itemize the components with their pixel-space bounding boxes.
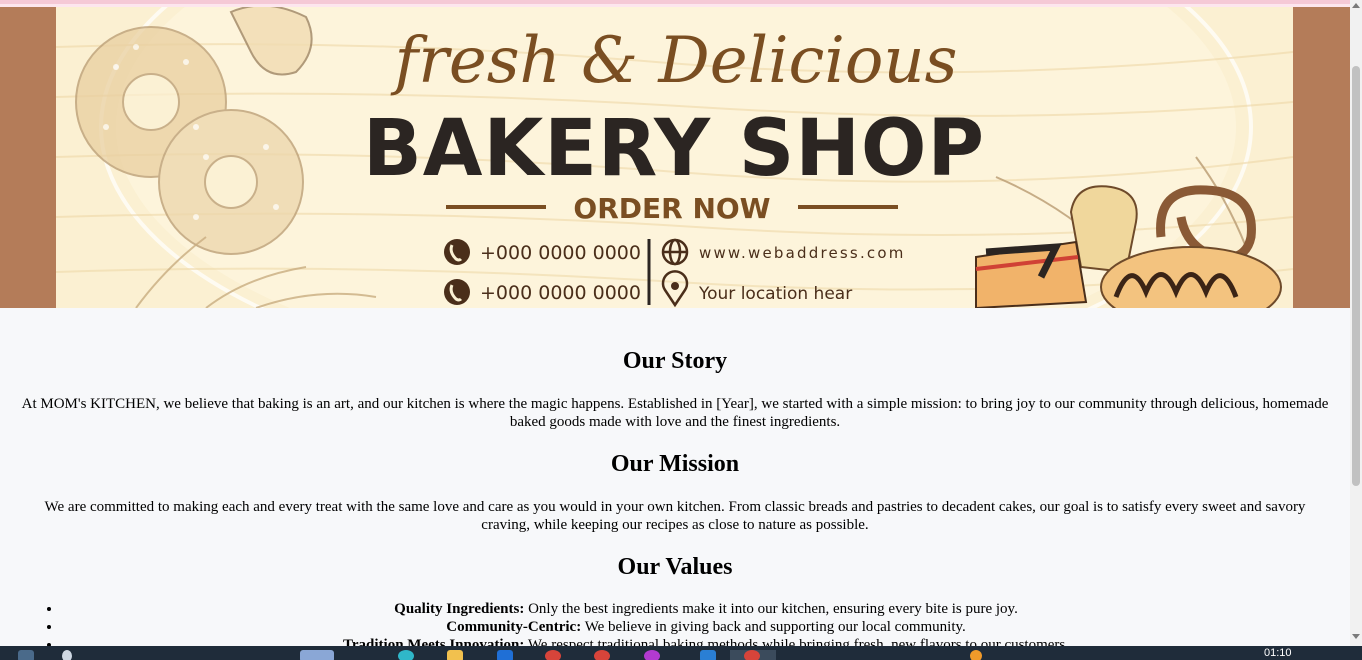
cake-slice-illustration bbox=[975, 240, 1088, 308]
list-item: Tradition Meets Innovation: We respect t… bbox=[62, 636, 1350, 646]
phone-icon bbox=[444, 279, 470, 305]
page-scrollbar[interactable] bbox=[1350, 0, 1362, 646]
scroll-thumb[interactable] bbox=[1352, 66, 1360, 486]
banner-main-title: BAKERY SHOP bbox=[363, 104, 985, 194]
our-mission-text: We are committed to making each and ever… bbox=[44, 499, 1306, 533]
value-label: Tradition Meets Innovation: bbox=[342, 637, 525, 646]
notification-icon[interactable] bbox=[970, 650, 982, 660]
app-icon[interactable] bbox=[594, 650, 610, 660]
chrome-icon[interactable] bbox=[545, 650, 561, 660]
windows-taskbar: 01:10 bbox=[0, 646, 1362, 660]
banner-script-title: fresh & Delicious bbox=[391, 24, 958, 98]
folder-icon[interactable] bbox=[447, 650, 463, 660]
phone-number-1: +000 0000 0000 bbox=[480, 242, 641, 264]
chrome-active-icon[interactable] bbox=[744, 650, 760, 660]
search-icon[interactable] bbox=[62, 650, 72, 660]
value-text: Only the best ingredients make it into o… bbox=[524, 601, 1018, 617]
bakery-banner-image: fresh & Delicious BAKERY SHOP ORDER NOW … bbox=[56, 7, 1293, 308]
vscode-icon[interactable] bbox=[700, 650, 716, 660]
app-icon[interactable] bbox=[644, 650, 660, 660]
value-text: We believe in giving back and supporting… bbox=[581, 619, 966, 635]
phone-icon bbox=[444, 239, 470, 265]
task-view-icon[interactable] bbox=[300, 650, 334, 660]
our-mission-heading: Our Mission bbox=[610, 451, 740, 477]
edge-icon[interactable] bbox=[398, 650, 414, 660]
value-label: Quality Ingredients: bbox=[394, 601, 525, 617]
store-icon[interactable] bbox=[497, 650, 513, 660]
values-list: Quality Ingredients: Only the best ingre… bbox=[0, 600, 1350, 646]
our-values-heading: Our Values bbox=[617, 554, 733, 580]
clock-time[interactable]: 01:10 bbox=[1264, 647, 1292, 659]
our-story-text: At MOM's KITCHEN, we believe that baking… bbox=[21, 396, 1329, 430]
value-text: We respect traditional baking methods wh… bbox=[524, 637, 1070, 646]
list-item: Community-Centric: We believe in giving … bbox=[62, 618, 1350, 636]
phone-number-2: +000 0000 0000 bbox=[480, 282, 641, 304]
scroll-up-arrow-icon[interactable] bbox=[1352, 3, 1360, 8]
top-strip bbox=[0, 0, 1350, 7]
value-label: Community-Centric: bbox=[446, 619, 582, 635]
order-now-text: ORDER NOW bbox=[573, 192, 770, 225]
start-icon[interactable] bbox=[18, 650, 34, 660]
list-item: Quality Ingredients: Only the best ingre… bbox=[62, 600, 1350, 618]
about-content: Our Story At MOM's KITCHEN, we believe t… bbox=[0, 308, 1350, 646]
our-story-heading: Our Story bbox=[622, 348, 728, 374]
website-text: www.webaddress.com bbox=[699, 244, 906, 262]
hero-banner: fresh & Delicious BAKERY SHOP ORDER NOW … bbox=[0, 7, 1350, 308]
location-text: Your location hear bbox=[698, 284, 852, 304]
scroll-down-arrow-icon[interactable] bbox=[1352, 634, 1360, 639]
